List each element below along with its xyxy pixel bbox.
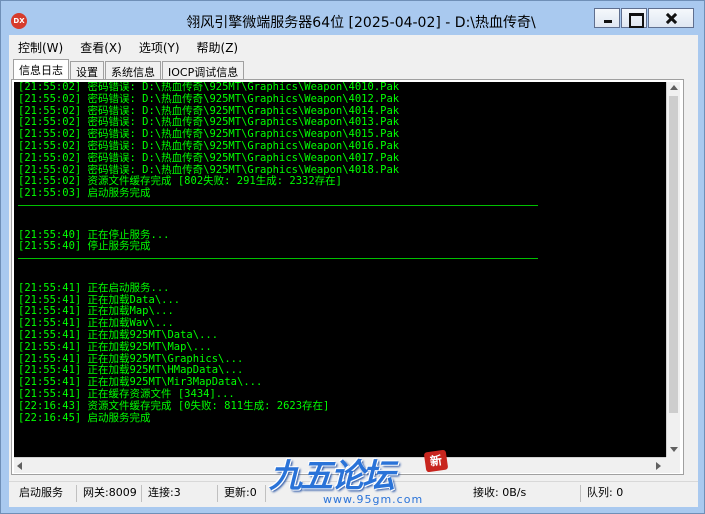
scroll-down-arrow-icon[interactable] bbox=[670, 447, 678, 452]
tab-system-info[interactable]: 系统信息 bbox=[105, 61, 161, 80]
menu-help[interactable]: 帮助(Z) bbox=[188, 37, 247, 57]
log-line: [21:55:41] 正在加载925MT\Map\... bbox=[18, 340, 212, 353]
menu-view[interactable]: 查看(X) bbox=[71, 37, 130, 57]
log-line: [21:55:02] 密码错误: D:\热血传奇\925MT\Graphics\… bbox=[18, 92, 400, 105]
log-line: [22:16:45] 启动服务完成 bbox=[18, 411, 151, 424]
app-window: DX 翎风引擎微端服务器64位 [2025-04-02] - D:\热血传奇\ … bbox=[0, 0, 705, 514]
menu-bar: 控制(W) 查看(X) 选项(Y) 帮助(Z) bbox=[9, 37, 698, 57]
scroll-thumb[interactable] bbox=[669, 96, 678, 413]
tab-iocp-debug[interactable]: IOCP调试信息 bbox=[162, 61, 245, 80]
menu-options[interactable]: 选项(Y) bbox=[130, 37, 188, 57]
log-line: [21:55:41] 正在启动服务... bbox=[18, 281, 170, 294]
horizontal-scrollbar[interactable] bbox=[14, 457, 666, 473]
client-area: 控制(W) 查看(X) 选项(Y) 帮助(Z) 信息日志 设置 系统信息 IOC… bbox=[9, 35, 698, 507]
status-queue: 队列: 0 bbox=[587, 486, 624, 499]
status-state: 启动服务 bbox=[15, 485, 77, 502]
status-bar: 启动服务 网关:8009 连接:3 更新:0 接收: 0B/s 队列: 0 bbox=[9, 481, 698, 503]
vertical-scrollbar[interactable] bbox=[666, 82, 680, 457]
status-connections: 连接:3 bbox=[144, 485, 218, 502]
scroll-up-arrow-icon[interactable] bbox=[670, 85, 678, 90]
tab-info-log[interactable]: 信息日志 bbox=[13, 59, 69, 80]
title-bar[interactable]: DX 翎风引擎微端服务器64位 [2025-04-02] - D:\热血传奇\ bbox=[1, 1, 704, 35]
status-gateway: 网关:8009 bbox=[79, 485, 142, 502]
log-line: [21:55:02] 密码错误: D:\热血传奇\925MT\Graphics\… bbox=[18, 151, 400, 164]
scroll-left-arrow-icon[interactable] bbox=[17, 462, 22, 470]
window-title: 翎风引擎微端服务器64位 [2025-04-02] - D:\热血传奇\ bbox=[186, 15, 536, 31]
log-lines: [21:55:02] 密码错误: D:\热血传奇\925MT\Graphics\… bbox=[18, 82, 658, 424]
log-line: [21:55:41] 正在加载925MT\Data\... bbox=[18, 328, 219, 341]
scroll-right-arrow-icon[interactable] bbox=[656, 462, 661, 470]
tab-settings[interactable]: 设置 bbox=[70, 61, 104, 80]
log-console[interactable]: [21:55:02] 密码错误: D:\热血传奇\925MT\Graphics\… bbox=[14, 82, 680, 473]
log-line: [21:55:03] 启动服务完成 bbox=[18, 187, 151, 200]
status-update: 更新:0 bbox=[220, 485, 266, 502]
log-line: [21:55:40] 停止服务完成 bbox=[18, 240, 151, 253]
status-receive: 接收: 0B/s bbox=[469, 485, 581, 502]
log-line: [22:16:43] 资源文件缓存完成 [0失败: 811生成: 2623存在] bbox=[18, 399, 330, 412]
maximize-button[interactable] bbox=[621, 8, 647, 28]
menu-control[interactable]: 控制(W) bbox=[9, 37, 71, 57]
close-button[interactable] bbox=[648, 8, 694, 28]
app-icon[interactable]: DX bbox=[11, 13, 27, 29]
log-line: [21:55:41] 正在缓存资源文件 [3434]... bbox=[18, 387, 235, 400]
scrollbar-corner bbox=[666, 457, 680, 473]
minimize-button[interactable] bbox=[594, 8, 620, 28]
log-line: [21:55:02] 密码错误: D:\热血传奇\925MT\Graphics\… bbox=[18, 139, 400, 152]
tab-strip: 信息日志 设置 系统信息 IOCP调试信息 bbox=[13, 59, 245, 80]
